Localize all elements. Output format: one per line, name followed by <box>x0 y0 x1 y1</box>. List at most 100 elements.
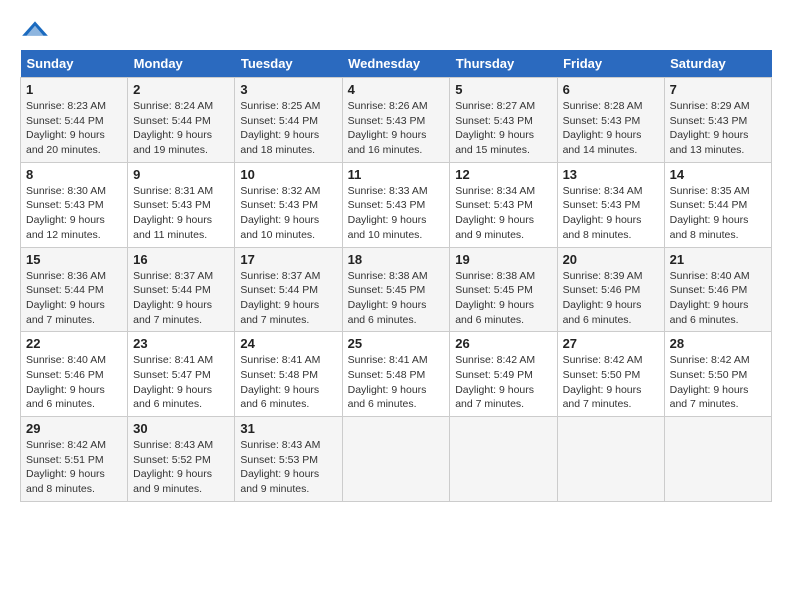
day-info: Sunrise: 8:43 AMSunset: 5:52 PMDaylight:… <box>133 439 213 495</box>
logo-icon <box>20 20 50 40</box>
day-info: Sunrise: 8:41 AMSunset: 5:48 PMDaylight:… <box>348 354 428 410</box>
day-info: Sunrise: 8:37 AMSunset: 5:44 PMDaylight:… <box>133 270 213 326</box>
day-number: 22 <box>26 336 122 351</box>
day-cell: 16 Sunrise: 8:37 AMSunset: 5:44 PMDaylig… <box>128 247 235 332</box>
day-info: Sunrise: 8:23 AMSunset: 5:44 PMDaylight:… <box>26 100 106 156</box>
day-cell: 12 Sunrise: 8:34 AMSunset: 5:43 PMDaylig… <box>450 162 557 247</box>
day-number: 16 <box>133 252 229 267</box>
day-info: Sunrise: 8:35 AMSunset: 5:44 PMDaylight:… <box>670 185 750 241</box>
week-row: 29 Sunrise: 8:42 AMSunset: 5:51 PMDaylig… <box>21 417 772 502</box>
day-info: Sunrise: 8:38 AMSunset: 5:45 PMDaylight:… <box>348 270 428 326</box>
day-cell: 3 Sunrise: 8:25 AMSunset: 5:44 PMDayligh… <box>235 78 342 163</box>
day-number: 14 <box>670 167 766 182</box>
column-header-wednesday: Wednesday <box>342 50 450 78</box>
day-number: 2 <box>133 82 229 97</box>
day-info: Sunrise: 8:39 AMSunset: 5:46 PMDaylight:… <box>563 270 643 326</box>
day-cell: 24 Sunrise: 8:41 AMSunset: 5:48 PMDaylig… <box>235 332 342 417</box>
day-number: 9 <box>133 167 229 182</box>
day-info: Sunrise: 8:42 AMSunset: 5:50 PMDaylight:… <box>670 354 750 410</box>
column-header-thursday: Thursday <box>450 50 557 78</box>
day-info: Sunrise: 8:41 AMSunset: 5:47 PMDaylight:… <box>133 354 213 410</box>
day-cell: 21 Sunrise: 8:40 AMSunset: 5:46 PMDaylig… <box>664 247 771 332</box>
week-row: 1 Sunrise: 8:23 AMSunset: 5:44 PMDayligh… <box>21 78 772 163</box>
day-info: Sunrise: 8:43 AMSunset: 5:53 PMDaylight:… <box>240 439 320 495</box>
day-info: Sunrise: 8:34 AMSunset: 5:43 PMDaylight:… <box>455 185 535 241</box>
column-header-tuesday: Tuesday <box>235 50 342 78</box>
day-cell: 29 Sunrise: 8:42 AMSunset: 5:51 PMDaylig… <box>21 417 128 502</box>
day-number: 10 <box>240 167 336 182</box>
day-info: Sunrise: 8:40 AMSunset: 5:46 PMDaylight:… <box>670 270 750 326</box>
day-cell: 22 Sunrise: 8:40 AMSunset: 5:46 PMDaylig… <box>21 332 128 417</box>
day-cell: 2 Sunrise: 8:24 AMSunset: 5:44 PMDayligh… <box>128 78 235 163</box>
day-cell: 1 Sunrise: 8:23 AMSunset: 5:44 PMDayligh… <box>21 78 128 163</box>
week-row: 22 Sunrise: 8:40 AMSunset: 5:46 PMDaylig… <box>21 332 772 417</box>
day-number: 30 <box>133 421 229 436</box>
day-number: 7 <box>670 82 766 97</box>
day-info: Sunrise: 8:28 AMSunset: 5:43 PMDaylight:… <box>563 100 643 156</box>
day-cell: 26 Sunrise: 8:42 AMSunset: 5:49 PMDaylig… <box>450 332 557 417</box>
column-header-saturday: Saturday <box>664 50 771 78</box>
day-info: Sunrise: 8:30 AMSunset: 5:43 PMDaylight:… <box>26 185 106 241</box>
day-info: Sunrise: 8:33 AMSunset: 5:43 PMDaylight:… <box>348 185 428 241</box>
day-number: 29 <box>26 421 122 436</box>
day-number: 25 <box>348 336 445 351</box>
day-info: Sunrise: 8:26 AMSunset: 5:43 PMDaylight:… <box>348 100 428 156</box>
week-row: 15 Sunrise: 8:36 AMSunset: 5:44 PMDaylig… <box>21 247 772 332</box>
day-cell: 27 Sunrise: 8:42 AMSunset: 5:50 PMDaylig… <box>557 332 664 417</box>
day-cell <box>342 417 450 502</box>
day-number: 21 <box>670 252 766 267</box>
day-cell: 6 Sunrise: 8:28 AMSunset: 5:43 PMDayligh… <box>557 78 664 163</box>
day-number: 26 <box>455 336 551 351</box>
day-cell: 19 Sunrise: 8:38 AMSunset: 5:45 PMDaylig… <box>450 247 557 332</box>
day-number: 23 <box>133 336 229 351</box>
day-number: 18 <box>348 252 445 267</box>
day-cell: 11 Sunrise: 8:33 AMSunset: 5:43 PMDaylig… <box>342 162 450 247</box>
day-cell: 25 Sunrise: 8:41 AMSunset: 5:48 PMDaylig… <box>342 332 450 417</box>
day-number: 27 <box>563 336 659 351</box>
logo <box>20 20 54 40</box>
day-info: Sunrise: 8:40 AMSunset: 5:46 PMDaylight:… <box>26 354 106 410</box>
week-row: 8 Sunrise: 8:30 AMSunset: 5:43 PMDayligh… <box>21 162 772 247</box>
day-cell: 9 Sunrise: 8:31 AMSunset: 5:43 PMDayligh… <box>128 162 235 247</box>
day-info: Sunrise: 8:34 AMSunset: 5:43 PMDaylight:… <box>563 185 643 241</box>
day-number: 8 <box>26 167 122 182</box>
day-info: Sunrise: 8:41 AMSunset: 5:48 PMDaylight:… <box>240 354 320 410</box>
day-cell: 20 Sunrise: 8:39 AMSunset: 5:46 PMDaylig… <box>557 247 664 332</box>
header-row: SundayMondayTuesdayWednesdayThursdayFrid… <box>21 50 772 78</box>
header <box>20 20 772 40</box>
day-cell <box>557 417 664 502</box>
day-number: 15 <box>26 252 122 267</box>
day-info: Sunrise: 8:37 AMSunset: 5:44 PMDaylight:… <box>240 270 320 326</box>
day-info: Sunrise: 8:42 AMSunset: 5:50 PMDaylight:… <box>563 354 643 410</box>
day-number: 4 <box>348 82 445 97</box>
day-number: 31 <box>240 421 336 436</box>
day-cell: 14 Sunrise: 8:35 AMSunset: 5:44 PMDaylig… <box>664 162 771 247</box>
day-number: 1 <box>26 82 122 97</box>
day-cell: 8 Sunrise: 8:30 AMSunset: 5:43 PMDayligh… <box>21 162 128 247</box>
day-info: Sunrise: 8:24 AMSunset: 5:44 PMDaylight:… <box>133 100 213 156</box>
day-cell: 10 Sunrise: 8:32 AMSunset: 5:43 PMDaylig… <box>235 162 342 247</box>
day-number: 24 <box>240 336 336 351</box>
day-cell <box>664 417 771 502</box>
day-info: Sunrise: 8:32 AMSunset: 5:43 PMDaylight:… <box>240 185 320 241</box>
day-number: 6 <box>563 82 659 97</box>
day-info: Sunrise: 8:29 AMSunset: 5:43 PMDaylight:… <box>670 100 750 156</box>
day-cell: 18 Sunrise: 8:38 AMSunset: 5:45 PMDaylig… <box>342 247 450 332</box>
day-number: 12 <box>455 167 551 182</box>
day-info: Sunrise: 8:31 AMSunset: 5:43 PMDaylight:… <box>133 185 213 241</box>
day-number: 19 <box>455 252 551 267</box>
day-cell <box>450 417 557 502</box>
day-cell: 23 Sunrise: 8:41 AMSunset: 5:47 PMDaylig… <box>128 332 235 417</box>
column-header-friday: Friday <box>557 50 664 78</box>
day-info: Sunrise: 8:25 AMSunset: 5:44 PMDaylight:… <box>240 100 320 156</box>
day-number: 5 <box>455 82 551 97</box>
day-cell: 13 Sunrise: 8:34 AMSunset: 5:43 PMDaylig… <box>557 162 664 247</box>
day-number: 3 <box>240 82 336 97</box>
day-number: 28 <box>670 336 766 351</box>
day-cell: 4 Sunrise: 8:26 AMSunset: 5:43 PMDayligh… <box>342 78 450 163</box>
day-info: Sunrise: 8:42 AMSunset: 5:49 PMDaylight:… <box>455 354 535 410</box>
day-cell: 5 Sunrise: 8:27 AMSunset: 5:43 PMDayligh… <box>450 78 557 163</box>
day-info: Sunrise: 8:36 AMSunset: 5:44 PMDaylight:… <box>26 270 106 326</box>
calendar-table: SundayMondayTuesdayWednesdayThursdayFrid… <box>20 50 772 502</box>
day-number: 17 <box>240 252 336 267</box>
